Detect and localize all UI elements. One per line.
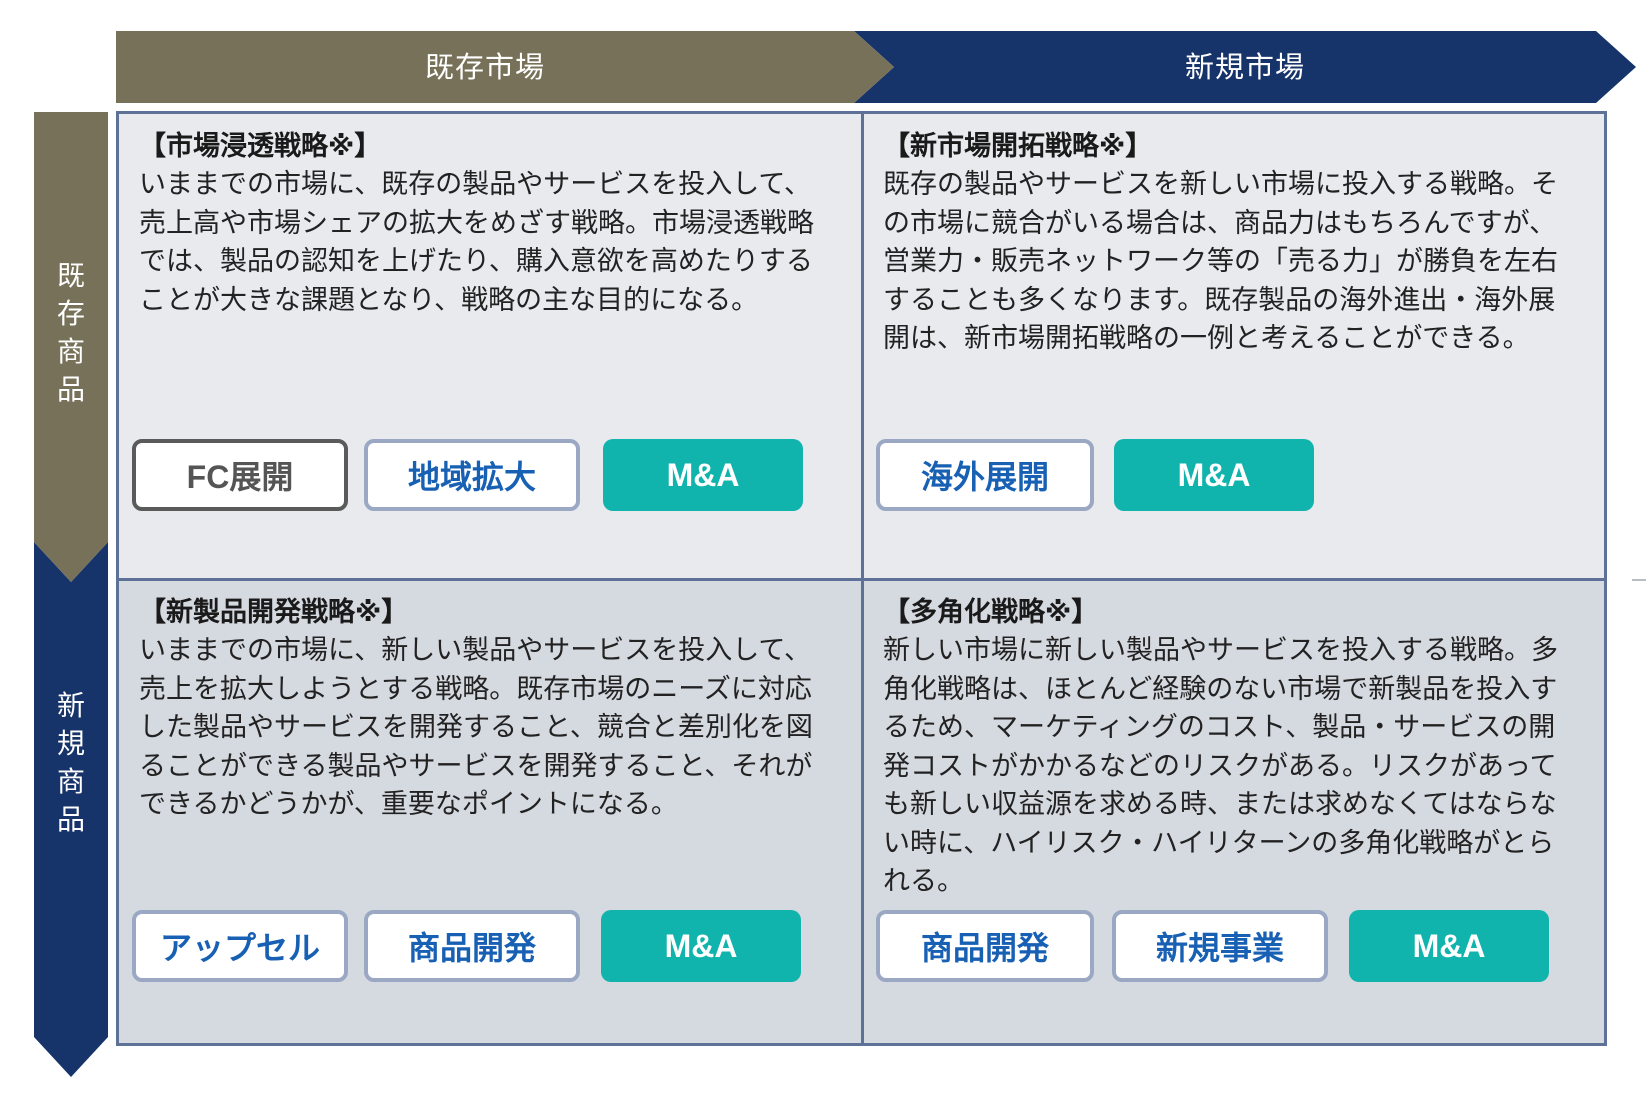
market-penetration-title: 【市場浸透戦略※】 <box>139 131 382 162</box>
diversification-cell: 【多角化戦略※】 新しい市場に新しい製品やサービスを投入する戦略。多角化戦略は、… <box>863 580 1604 1043</box>
market-penetration-cell: 【市場浸透戦略※】 いままでの市場に、既存の製品やサービスを投入して、売上高や市… <box>119 114 863 580</box>
new-product-text: 新規商品 <box>56 689 85 836</box>
product-axis: 既存商品 新規商品 <box>34 112 108 1077</box>
diversification-title: 【多角化戦略※】 <box>883 597 1099 628</box>
product-dev-button-left[interactable]: 商品開発 <box>364 910 580 982</box>
upsell-button[interactable]: アップセル <box>132 910 348 982</box>
product-development-body: いままでの市場に、新しい製品やサービスを投入して、売上を拡大しようとする戦略。既… <box>139 635 813 820</box>
grid-horizontal-divider <box>119 578 1604 581</box>
ma-button-diversification[interactable]: M&A <box>1349 910 1549 982</box>
market-development-title: 【新市場開拓戦略※】 <box>883 131 1153 162</box>
existing-product-text: 既存商品 <box>56 259 85 406</box>
ma-button-penetration[interactable]: M&A <box>603 439 803 511</box>
strategy-grid: 【市場浸透戦略※】 いままでの市場に、既存の製品やサービスを投入して、売上高や市… <box>116 111 1607 1046</box>
existing-market-label: 既存市場 <box>424 50 545 84</box>
ansoff-matrix: 既存市場 新規市場 既存商品 新規商品 【市場浸透戦略※】 いままでの市場に、既… <box>0 0 1647 1109</box>
market-penetration-body: いままでの市場に、既存の製品やサービスを投入して、売上高や市場シェアの拡大をめざ… <box>139 169 814 316</box>
regional-expansion-button[interactable]: 地域拡大 <box>364 439 580 511</box>
product-development-cell: 【新製品開発戦略※】 いままでの市場に、新しい製品やサービスを投入して、売上を拡… <box>119 580 863 1043</box>
product-dev-button-right[interactable]: 商品開発 <box>876 910 1094 982</box>
market-development-cell: 【新市場開拓戦略※】 既存の製品やサービスを新しい市場に投入する戦略。その市場に… <box>863 114 1604 580</box>
fc-expansion-button[interactable]: FC展開 <box>132 439 348 511</box>
ma-button-product[interactable]: M&A <box>601 910 801 982</box>
market-axis: 既存市場 新規市場 <box>116 31 1636 103</box>
overseas-expansion-button[interactable]: 海外展開 <box>876 439 1094 511</box>
product-development-title: 【新製品開発戦略※】 <box>139 597 409 628</box>
side-tick-mark <box>1632 579 1646 581</box>
new-market-label: 新規市場 <box>1184 50 1305 84</box>
new-product-label: 新規商品 <box>34 687 108 839</box>
new-business-button[interactable]: 新規事業 <box>1112 910 1328 982</box>
market-development-body: 既存の製品やサービスを新しい市場に投入する戦略。その市場に競合がいる場合は、商品… <box>883 169 1558 354</box>
existing-product-label: 既存商品 <box>34 257 108 409</box>
diversification-body: 新しい市場に新しい製品やサービスを投入する戦略。多角化戦略は、ほとんど経験のない… <box>883 635 1558 897</box>
ma-button-development[interactable]: M&A <box>1114 439 1314 511</box>
